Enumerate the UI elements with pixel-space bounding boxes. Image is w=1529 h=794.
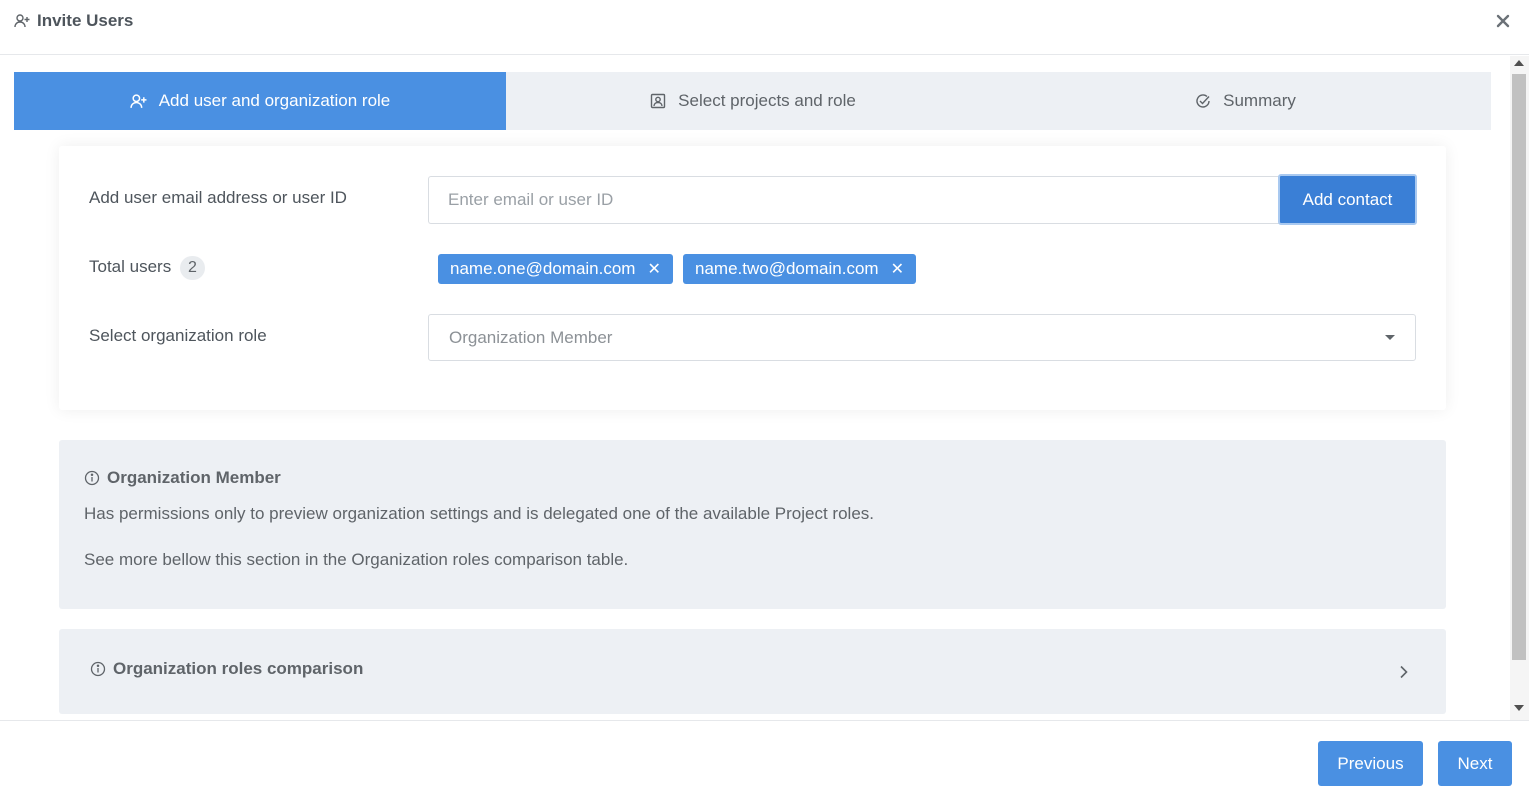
scrollbar-thumb[interactable] (1512, 74, 1526, 660)
role-label: Select organization role (89, 326, 267, 345)
role-info-title: Organization Member (107, 468, 281, 487)
step-select-projects[interactable]: Select projects and role (506, 72, 1000, 130)
user-plus-icon (130, 93, 147, 108)
check-circle-icon (1196, 94, 1210, 108)
modal-footer: Previous Next (0, 720, 1529, 794)
step-summary[interactable]: Summary (1000, 72, 1491, 130)
invite-users-modal: Invite Users Add user and organization r… (0, 0, 1529, 794)
role-select-value: Organization Member (449, 328, 613, 347)
step-label: Select projects and role (678, 91, 856, 110)
total-users-label: Total users 2 (89, 256, 205, 280)
role-info-heading: Organization Member (84, 468, 281, 488)
step-add-user[interactable]: Add user and organization role (14, 72, 506, 130)
role-info-description: Has permissions only to preview organiza… (84, 504, 875, 523)
email-input[interactable] (428, 176, 1280, 224)
remove-tag-icon[interactable]: ✕ (891, 259, 904, 279)
user-plus-icon (14, 14, 30, 28)
accordion-title: Organization roles comparison (113, 659, 364, 678)
chevron-right-icon (1400, 665, 1408, 679)
total-users-count: 2 (179, 256, 205, 280)
previous-button[interactable]: Previous (1318, 741, 1423, 786)
role-info-panel: Organization Member Has permissions only… (59, 440, 1446, 609)
caret-down-icon (1385, 335, 1395, 340)
modal-title: Invite Users (37, 11, 134, 30)
total-users-text: Total users (89, 257, 172, 276)
info-icon (90, 661, 106, 677)
scrollbar[interactable] (1510, 56, 1529, 720)
organization-role-select[interactable]: Organization Member (428, 314, 1416, 361)
user-tag: name.one@domain.com ✕ (438, 254, 673, 284)
contact-card-icon (650, 93, 666, 109)
scroll-down-icon[interactable] (1514, 705, 1524, 711)
user-tag-label: name.two@domain.com (695, 259, 879, 278)
modal-content: Add user and organization role Select pr… (0, 56, 1508, 720)
role-info-more: See more bellow this section in the Orga… (84, 550, 629, 569)
roles-comparison-accordion[interactable]: Organization roles comparison (59, 629, 1446, 714)
step-label: Summary (1223, 91, 1296, 110)
info-icon (84, 470, 100, 486)
scroll-up-icon[interactable] (1514, 60, 1524, 66)
remove-tag-icon[interactable]: ✕ (647, 259, 660, 279)
email-label: Add user email address or user ID (89, 188, 347, 207)
user-tag: name.two@domain.com ✕ (683, 254, 916, 284)
user-form-card: Add user email address or user ID Add co… (59, 146, 1446, 410)
close-icon[interactable] (1494, 12, 1512, 30)
accordion-heading: Organization roles comparison (90, 659, 363, 679)
wizard-steps: Add user and organization role Select pr… (14, 72, 1491, 130)
next-button[interactable]: Next (1438, 741, 1512, 786)
user-tag-label: name.one@domain.com (450, 259, 636, 278)
step-label: Add user and organization role (158, 91, 391, 110)
add-contact-button[interactable]: Add contact (1278, 174, 1417, 225)
modal-header: Invite Users (0, 0, 1529, 55)
